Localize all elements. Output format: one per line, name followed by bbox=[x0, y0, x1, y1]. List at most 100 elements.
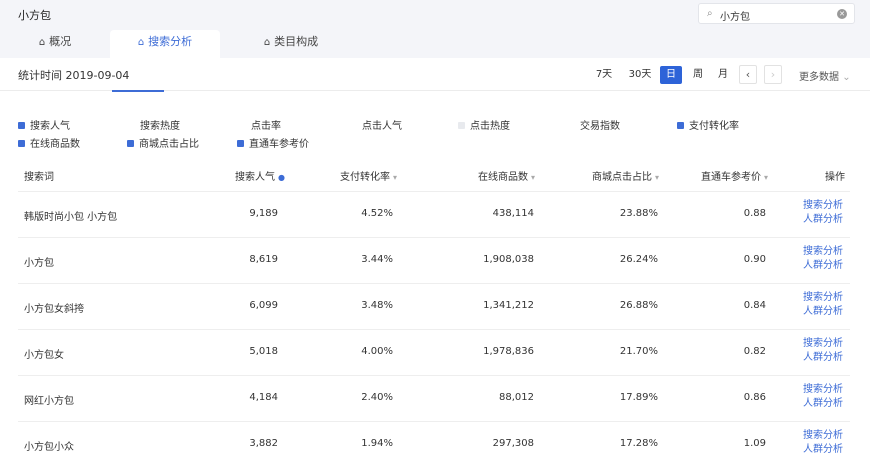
search-analysis-link[interactable]: 搜索分析 bbox=[803, 291, 843, 305]
row-actions: 搜索分析 人群分析 bbox=[803, 291, 843, 319]
cell-ztc-price: 0.84 bbox=[743, 300, 766, 311]
cell-ztc-price: 0.86 bbox=[743, 392, 766, 403]
cell-pay-conversion: 3.48% bbox=[361, 300, 393, 311]
search-input[interactable]: 小方包 bbox=[720, 8, 750, 23]
tab-overview[interactable]: ⌂ 概况 bbox=[0, 30, 110, 58]
metric-label: 在线商品数 bbox=[30, 139, 80, 150]
search-analysis-link[interactable]: 搜索分析 bbox=[803, 383, 843, 397]
cell-pay-conversion: 3.44% bbox=[361, 254, 393, 265]
active-indicator bbox=[112, 90, 164, 92]
col-online-items[interactable]: 在线商品数 ▾ bbox=[478, 168, 535, 183]
metric-pay-conversion[interactable]: 支付转化率 bbox=[677, 117, 739, 132]
cell-keyword: 小方包小众 bbox=[24, 442, 74, 453]
crowd-analysis-link[interactable]: 人群分析 bbox=[803, 397, 843, 411]
cell-online-items: 1,341,212 bbox=[483, 300, 534, 311]
checkbox-icon bbox=[237, 140, 244, 147]
metric-label: 搜索人气 bbox=[30, 121, 70, 132]
cell-search-popularity: 3,882 bbox=[249, 438, 278, 449]
period-day[interactable]: 日 bbox=[660, 66, 682, 84]
crowd-analysis-link[interactable]: 人群分析 bbox=[803, 305, 843, 319]
cell-mall-click-share: 17.28% bbox=[619, 438, 658, 449]
more-data-dropdown[interactable]: 更多数据 ⌄ bbox=[799, 68, 851, 83]
cell-keyword: 小方包女 bbox=[24, 350, 64, 361]
col-mall-click-share[interactable]: 商城点击占比 ▾ bbox=[592, 168, 659, 183]
cell-pay-conversion: 2.40% bbox=[361, 392, 393, 403]
crowd-analysis-link[interactable]: 人群分析 bbox=[803, 443, 843, 457]
metric-label: 点击人气 bbox=[362, 121, 402, 132]
search-box[interactable]: ⌕ 小方包 ✕ bbox=[698, 3, 855, 24]
table-header: 搜索词 搜索人气 ● 支付转化率 ▾ 在线商品数 ▾ 商城点击占比 ▾ 直通车参考价 ▾ … bbox=[18, 157, 850, 191]
col-pay-conversion[interactable]: 支付转化率 ▾ bbox=[340, 168, 397, 183]
metric-click-rate[interactable]: 点击率 bbox=[251, 117, 281, 132]
metric-search-popularity[interactable]: 搜索人气 bbox=[18, 117, 70, 132]
tab-category[interactable]: ⌂ 类目构成 bbox=[236, 30, 346, 58]
tab-search-analysis[interactable]: ⌂ 搜索分析 bbox=[110, 30, 220, 58]
col-keyword: 搜索词 bbox=[24, 172, 54, 183]
cell-mall-click-share: 21.70% bbox=[619, 346, 658, 357]
table-row: 网红小方包 4,184 2.40% 88,012 17.89% 0.86 搜索分… bbox=[18, 375, 850, 421]
cell-ztc-price: 0.82 bbox=[743, 346, 766, 357]
table-row: 小方包小众 3,882 1.94% 297,308 17.28% 1.09 搜索… bbox=[18, 421, 850, 470]
cell-keyword: 小方包女斜挎 bbox=[24, 304, 84, 315]
metric-label: 直通车参考价 bbox=[249, 139, 309, 150]
cell-mall-click-share: 17.89% bbox=[619, 392, 658, 403]
more-data-label: 更多数据 bbox=[799, 72, 839, 83]
metric-ztc-price[interactable]: 直通车参考价 bbox=[237, 135, 309, 150]
col-label: 搜索人气 bbox=[235, 172, 275, 183]
cell-online-items: 88,012 bbox=[499, 392, 534, 403]
metric-label: 交易指数 bbox=[580, 121, 620, 132]
col-search-popularity[interactable]: 搜索人气 ● bbox=[235, 168, 285, 183]
app-title: 小方包 bbox=[18, 9, 51, 22]
col-ztc-price[interactable]: 直通车参考价 ▾ bbox=[701, 168, 768, 183]
cell-keyword: 网红小方包 bbox=[24, 396, 74, 407]
home-icon: ⌂ bbox=[38, 37, 46, 48]
period-7d[interactable]: 7天 bbox=[592, 66, 616, 84]
col-actions: 操作 bbox=[825, 172, 845, 183]
period-week[interactable]: 周 bbox=[687, 66, 709, 84]
sort-icon: ▾ bbox=[655, 173, 660, 182]
table-row: 小方包女 5,018 4.00% 1,978,836 21.70% 0.82 搜… bbox=[18, 329, 850, 375]
crowd-analysis-link[interactable]: 人群分析 bbox=[803, 351, 843, 365]
metric-label: 点击热度 bbox=[470, 121, 510, 132]
top-bar: 小方包 ⌕ 小方包 ✕ ⌂ 概况 ⌂ 搜索分析 ⌂ 类目构成 bbox=[0, 0, 870, 58]
sort-icon: ▾ bbox=[393, 173, 398, 182]
metric-label: 支付转化率 bbox=[689, 121, 739, 132]
search-analysis-link[interactable]: 搜索分析 bbox=[803, 429, 843, 443]
cell-mall-click-share: 26.24% bbox=[619, 254, 658, 265]
metric-label: 搜索热度 bbox=[140, 121, 180, 132]
sort-icon: ● bbox=[278, 173, 285, 182]
table-row: 小方包 8,619 3.44% 1,908,038 26.24% 0.90 搜索… bbox=[18, 237, 850, 283]
crowd-analysis-link[interactable]: 人群分析 bbox=[803, 213, 843, 227]
metric-click-heat[interactable]: 点击热度 bbox=[458, 117, 510, 132]
metric-click-popularity[interactable]: 点击人气 bbox=[362, 117, 402, 132]
row-actions: 搜索分析 人群分析 bbox=[803, 429, 843, 457]
metric-search-heat[interactable]: 搜索热度 bbox=[140, 117, 180, 132]
cell-online-items: 1,908,038 bbox=[483, 254, 534, 265]
crowd-analysis-link[interactable]: 人群分析 bbox=[803, 259, 843, 273]
checkbox-icon bbox=[458, 122, 465, 129]
table-row: 小方包女斜挎 6,099 3.48% 1,341,212 26.88% 0.84… bbox=[18, 283, 850, 329]
checkbox-icon bbox=[18, 140, 25, 147]
cell-search-popularity: 8,619 bbox=[249, 254, 278, 265]
next-date-button[interactable]: › bbox=[764, 65, 782, 84]
col-label: 在线商品数 bbox=[478, 172, 528, 183]
tab-label: 类目构成 bbox=[274, 35, 319, 48]
search-analysis-link[interactable]: 搜索分析 bbox=[803, 245, 843, 259]
checkbox-icon bbox=[677, 122, 684, 129]
cell-ztc-price: 1.09 bbox=[743, 438, 766, 449]
metric-trade-index[interactable]: 交易指数 bbox=[580, 117, 620, 132]
cell-keyword: 小方包 bbox=[24, 258, 54, 269]
cell-keyword: 韩版时尚小包 小方包 bbox=[24, 212, 118, 223]
cell-pay-conversion: 4.00% bbox=[361, 346, 393, 357]
clear-icon[interactable]: ✕ bbox=[837, 9, 847, 19]
prev-date-button[interactable]: ‹ bbox=[739, 65, 757, 84]
metric-online-items[interactable]: 在线商品数 bbox=[18, 135, 80, 150]
cell-pay-conversion: 1.94% bbox=[361, 438, 393, 449]
search-analysis-link[interactable]: 搜索分析 bbox=[803, 337, 843, 351]
cell-mall-click-share: 26.88% bbox=[619, 300, 658, 311]
search-analysis-link[interactable]: 搜索分析 bbox=[803, 199, 843, 213]
metric-mall-click-share[interactable]: 商城点击占比 bbox=[127, 135, 199, 150]
period-month[interactable]: 月 bbox=[712, 66, 734, 84]
row-actions: 搜索分析 人群分析 bbox=[803, 199, 843, 227]
period-30d[interactable]: 30天 bbox=[626, 66, 654, 84]
